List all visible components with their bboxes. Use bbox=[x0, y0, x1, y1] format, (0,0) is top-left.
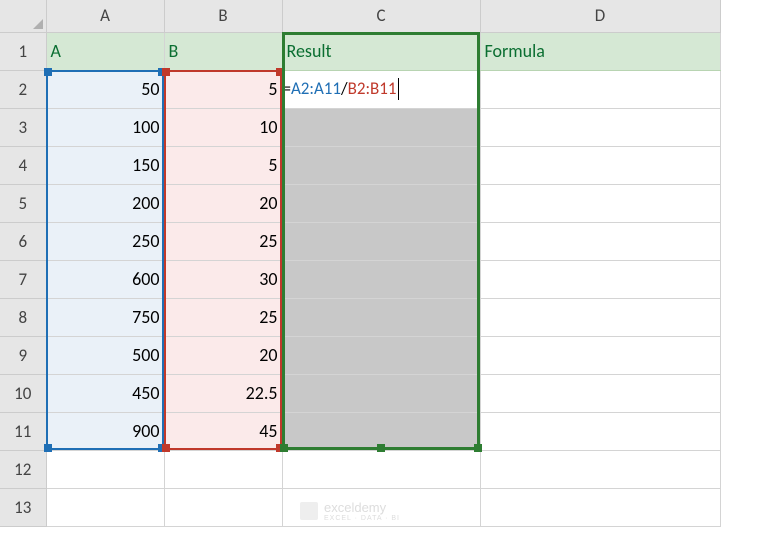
spreadsheet-grid[interactable]: A B C D 1 A B Result Formula 2 50 5 =A2:… bbox=[0, 0, 721, 527]
row-header-6[interactable]: 6 bbox=[0, 222, 46, 260]
cell-C7[interactable] bbox=[282, 260, 480, 298]
cell-D6[interactable] bbox=[480, 222, 720, 260]
cell-D12[interactable] bbox=[480, 450, 720, 488]
row-header-8[interactable]: 8 bbox=[0, 298, 46, 336]
cell-D11[interactable] bbox=[480, 412, 720, 450]
cell-B6[interactable]: 25 bbox=[164, 222, 282, 260]
cell-C10[interactable] bbox=[282, 374, 480, 412]
cell-B4[interactable]: 5 bbox=[164, 146, 282, 184]
cell-D8[interactable] bbox=[480, 298, 720, 336]
watermark: exceldemy EXCEL · DATA · BI bbox=[300, 500, 400, 522]
cell-B7[interactable]: 30 bbox=[164, 260, 282, 298]
cell-B5[interactable]: 20 bbox=[164, 184, 282, 222]
row-header-9[interactable]: 9 bbox=[0, 336, 46, 374]
row-header-3[interactable]: 3 bbox=[0, 108, 46, 146]
row-header-7[interactable]: 7 bbox=[0, 260, 46, 298]
cell-B9[interactable]: 20 bbox=[164, 336, 282, 374]
cell-A7[interactable]: 600 bbox=[46, 260, 164, 298]
text-cursor bbox=[398, 78, 399, 100]
cell-D7[interactable] bbox=[480, 260, 720, 298]
cell-A5[interactable]: 200 bbox=[46, 184, 164, 222]
cell-A4[interactable]: 150 bbox=[46, 146, 164, 184]
row-header-13[interactable]: 13 bbox=[0, 488, 46, 526]
row-header-12[interactable]: 12 bbox=[0, 450, 46, 488]
cell-C5[interactable] bbox=[282, 184, 480, 222]
cell-D5[interactable] bbox=[480, 184, 720, 222]
cell-C9[interactable] bbox=[282, 336, 480, 374]
cell-A6[interactable]: 250 bbox=[46, 222, 164, 260]
cell-B1[interactable]: B bbox=[164, 32, 282, 70]
cell-B2[interactable]: 5 bbox=[164, 70, 282, 108]
cell-B11[interactable]: 45 bbox=[164, 412, 282, 450]
cell-A2[interactable]: 50 bbox=[46, 70, 164, 108]
cell-D13[interactable] bbox=[480, 488, 720, 526]
formula-ref-b: B2:B11 bbox=[348, 78, 397, 99]
row-header-4[interactable]: 4 bbox=[0, 146, 46, 184]
cell-A12[interactable] bbox=[46, 450, 164, 488]
cell-C2-formula-edit[interactable]: =A2:A11/B2:B11 bbox=[282, 70, 480, 108]
cell-B8[interactable]: 25 bbox=[164, 298, 282, 336]
cell-C4[interactable] bbox=[282, 146, 480, 184]
cell-C11[interactable] bbox=[282, 412, 480, 450]
col-header-B[interactable]: B bbox=[164, 0, 282, 32]
cell-A9[interactable]: 500 bbox=[46, 336, 164, 374]
cell-C1[interactable]: Result bbox=[282, 32, 480, 70]
cell-A8[interactable]: 750 bbox=[46, 298, 164, 336]
watermark-logo-icon bbox=[300, 502, 318, 520]
row-header-5[interactable]: 5 bbox=[0, 184, 46, 222]
cell-A13[interactable] bbox=[46, 488, 164, 526]
cell-A11[interactable]: 900 bbox=[46, 412, 164, 450]
cell-B10[interactable]: 22.5 bbox=[164, 374, 282, 412]
col-header-A[interactable]: A bbox=[46, 0, 164, 32]
formula-operator: / bbox=[341, 78, 348, 99]
cell-B12[interactable] bbox=[164, 450, 282, 488]
cell-D1[interactable]: Formula bbox=[480, 32, 720, 70]
cell-A3[interactable]: 100 bbox=[46, 108, 164, 146]
cell-B13[interactable] bbox=[164, 488, 282, 526]
cell-C3[interactable] bbox=[282, 108, 480, 146]
row-header-2[interactable]: 2 bbox=[0, 70, 46, 108]
col-header-D[interactable]: D bbox=[480, 0, 720, 32]
watermark-subtext: EXCEL · DATA · BI bbox=[324, 515, 400, 522]
row-header-10[interactable]: 10 bbox=[0, 374, 46, 412]
col-header-C[interactable]: C bbox=[282, 0, 480, 32]
formula-ref-a: A2:A11 bbox=[291, 78, 341, 99]
cell-A10[interactable]: 450 bbox=[46, 374, 164, 412]
select-all-corner[interactable] bbox=[0, 0, 46, 32]
cell-D3[interactable] bbox=[480, 108, 720, 146]
cell-C12[interactable] bbox=[282, 450, 480, 488]
cell-D4[interactable] bbox=[480, 146, 720, 184]
cell-B3[interactable]: 10 bbox=[164, 108, 282, 146]
watermark-text: exceldemy bbox=[324, 500, 386, 515]
row-header-11[interactable]: 11 bbox=[0, 412, 46, 450]
cell-D10[interactable] bbox=[480, 374, 720, 412]
row-header-1[interactable]: 1 bbox=[0, 32, 46, 70]
cell-A1[interactable]: A bbox=[46, 32, 164, 70]
cell-D2[interactable] bbox=[480, 70, 720, 108]
cell-C6[interactable] bbox=[282, 222, 480, 260]
cell-C8[interactable] bbox=[282, 298, 480, 336]
formula-equals: = bbox=[283, 78, 291, 99]
cell-D9[interactable] bbox=[480, 336, 720, 374]
